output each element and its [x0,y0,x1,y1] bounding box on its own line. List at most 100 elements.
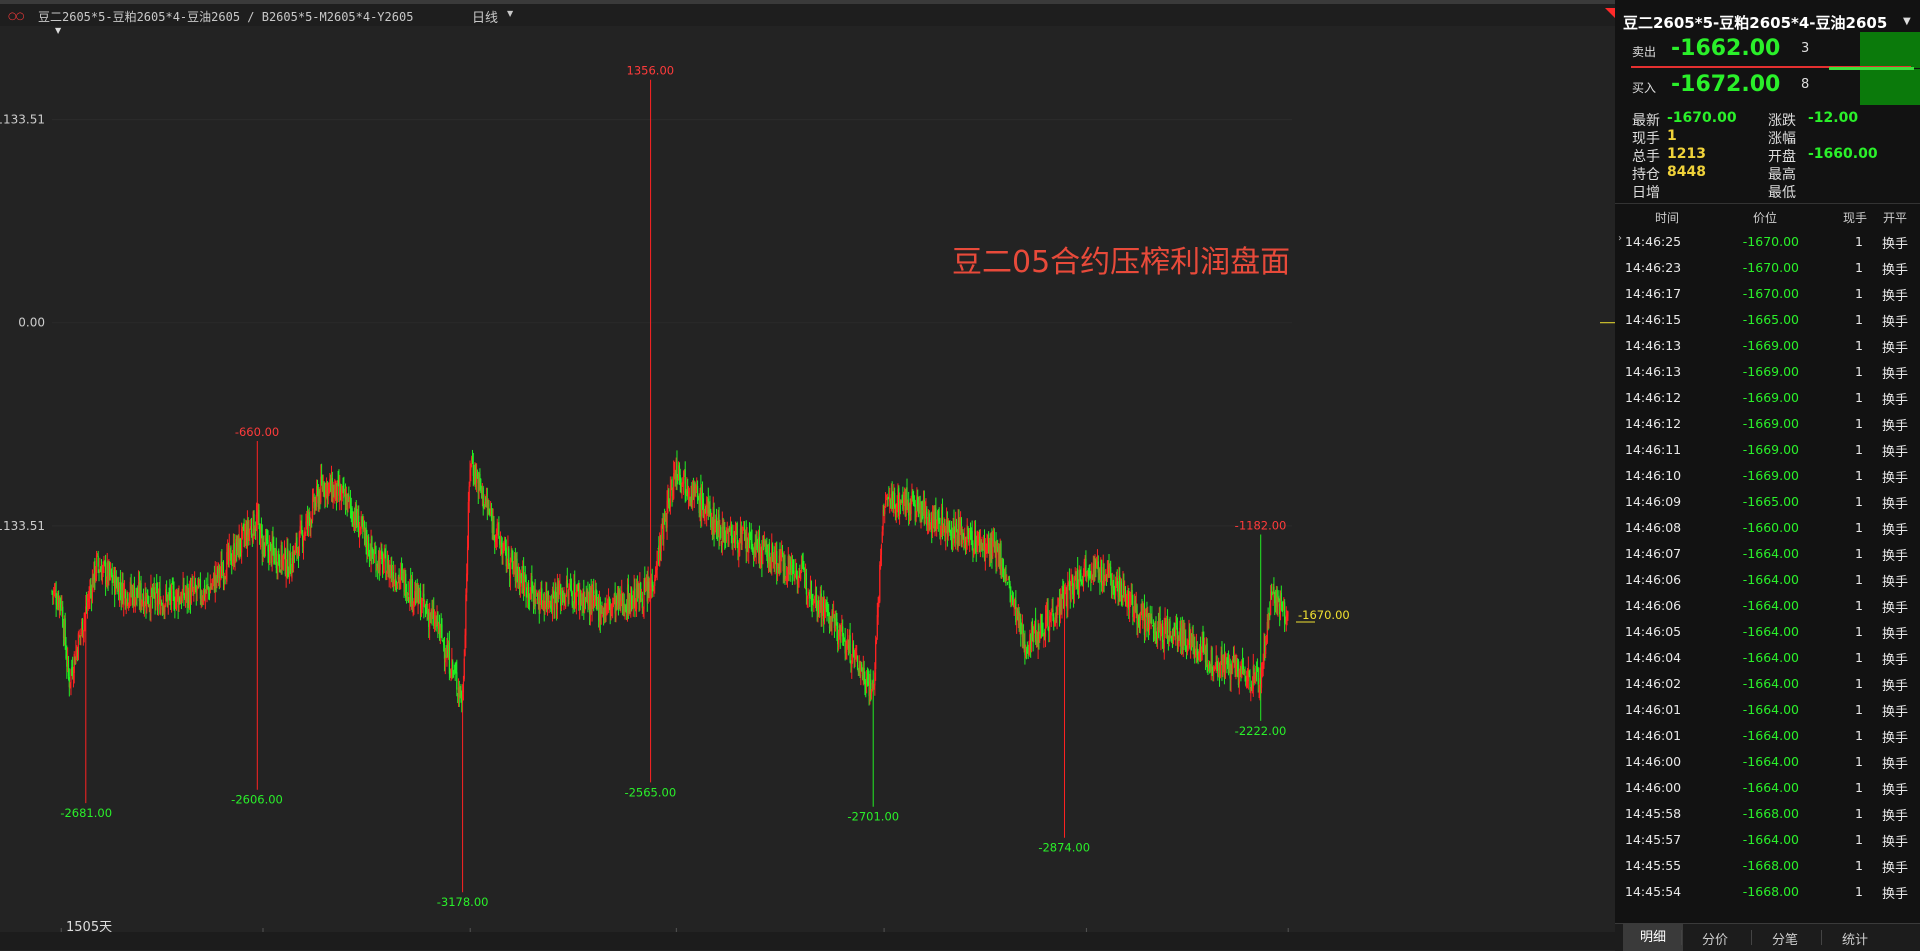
ask-price[interactable]: -1662.00 [1671,36,1780,61]
change-value: -12.00 [1808,110,1859,126]
tick-row[interactable]: 14:45:55 -1668.00 1 换手 [1615,852,1920,878]
low-annotation: -2681.00 [60,806,112,820]
tick-vol: 1 [1855,312,1863,327]
tick-row[interactable]: 14:46:13 -1669.00 1 换手 [1615,358,1920,384]
tick-row[interactable]: 14:46:15 -1665.00 1 换手 [1615,306,1920,332]
tick-row[interactable]: 14:46:00 -1664.00 1 换手 [1615,748,1920,774]
candle-body [875,639,877,670]
bid-price[interactable]: -1672.00 [1671,72,1780,97]
tick-row[interactable]: 14:45:54 -1668.00 1 换手 [1615,878,1920,904]
candle-body [886,493,888,497]
th-price: 价位 [1753,211,1778,225]
tab-ticks[interactable]: 分笔 [1755,929,1815,948]
tick-row[interactable]: 14:46:08 -1660.00 1 换手 [1615,514,1920,540]
tick-time: 14:46:01 [1625,702,1682,717]
tick-price: -1664.00 [1742,650,1799,665]
tick-type: 换手 [1882,263,1909,278]
tick-vol: 1 [1855,416,1863,431]
tick-price: -1670.00 [1742,260,1799,275]
low-annotation: -3178.00 [437,895,489,909]
candle-body [856,655,859,670]
tick-price: -1664.00 [1742,598,1799,613]
candle-body [720,527,722,538]
tick-type: 换手 [1882,627,1909,642]
tick-row[interactable]: 14:46:02 -1664.00 1 换手 [1615,670,1920,696]
tick-row[interactable]: 14:46:00 -1664.00 1 换手 [1615,774,1920,800]
total-vol-value: 1213 [1667,146,1706,162]
low-label: 最低 [1768,185,1796,201]
tick-type: 换手 [1882,653,1909,668]
tick-vol: 1 [1855,806,1863,821]
panel-tabs: 明细 分价 分笔 统计 [1615,923,1920,951]
tick-vol: 1 [1855,546,1863,561]
candle-body [880,545,883,556]
tick-price: -1668.00 [1742,806,1799,821]
bid-volume: 8 [1801,77,1810,92]
candle-body [1063,591,1066,611]
tab-separator [1751,930,1752,945]
tick-row[interactable]: 14:46:01 -1664.00 1 换手 [1615,696,1920,722]
tick-row[interactable]: 14:46:01 -1664.00 1 换手 [1615,722,1920,748]
tick-row[interactable]: 14:45:58 -1668.00 1 换手 [1615,800,1920,826]
tab-stats[interactable]: 统计 [1825,929,1885,948]
candle-body [97,555,99,567]
tick-type: 换手 [1882,835,1909,850]
candle-body [805,573,808,595]
tick-row[interactable]: 14:46:09 -1665.00 1 换手 [1615,488,1920,514]
candle-body [875,639,878,643]
stat-row-total: 总手 1213 开盘 -1660.00 [1615,146,1920,165]
candle-body [566,579,568,588]
candle-body [1120,581,1122,597]
candle-body [856,653,858,655]
period-select[interactable]: 日线 [472,7,498,26]
tick-type: 换手 [1882,549,1909,564]
tick-row[interactable]: 14:46:23 -1670.00 1 换手 [1615,254,1920,280]
stat-row-oi: 持仓 8448 最高 [1615,164,1920,183]
candle-body [915,516,917,522]
y-tick-label: 0.00 [18,316,45,330]
chevron-down-icon[interactable]: ▼ [1903,16,1911,27]
tick-row[interactable]: › 14:46:25 -1670.00 1 换手 [1615,228,1920,254]
tick-row[interactable]: 14:46:06 -1664.00 1 换手 [1615,566,1920,592]
total-vol-label: 总手 [1632,149,1660,165]
tick-row[interactable]: 14:46:04 -1664.00 1 换手 [1615,644,1920,670]
tick-row[interactable]: 14:46:07 -1664.00 1 换手 [1615,540,1920,566]
tick-row[interactable]: 14:46:05 -1664.00 1 换手 [1615,618,1920,644]
tick-row[interactable]: 14:46:10 -1669.00 1 换手 [1615,462,1920,488]
candle-body [681,487,683,489]
tick-vol: 1 [1855,728,1863,743]
panel-header: 豆二2605*5-豆粕2605*4-豆油2605 ▼ [1615,6,1920,34]
candle-body [849,635,851,663]
tick-row[interactable]: 14:46:13 -1669.00 1 换手 [1615,332,1920,358]
tick-price: -1664.00 [1742,624,1799,639]
tick-row[interactable]: 14:46:12 -1669.00 1 换手 [1615,410,1920,436]
chevron-down-icon[interactable]: ▼ [507,9,513,18]
tick-type: 换手 [1882,861,1909,876]
link-icon[interactable]: ○○ [8,11,24,22]
tick-price: -1669.00 [1742,416,1799,431]
tick-time: 14:46:06 [1625,598,1682,613]
tick-type: 换手 [1882,471,1909,486]
tab-price[interactable]: 分价 [1685,929,1745,948]
candle-body [452,661,454,669]
tab-detail[interactable]: 明细 [1623,924,1683,951]
corner-marker-icon [1605,8,1615,18]
candle-body [842,634,845,638]
price-chart[interactable]: 1133.510.00-1133.512019/06/062020/06/122… [0,26,1615,950]
candle-body [308,512,310,519]
tick-row[interactable]: 14:46:17 -1670.00 1 换手 [1615,280,1920,306]
chart-menu-icon: ▼ [55,26,62,35]
ask-volume: 3 [1801,41,1810,56]
tick-vol: 1 [1855,754,1863,769]
tick-price: -1669.00 [1742,338,1799,353]
tick-row[interactable]: 14:46:11 -1669.00 1 换手 [1615,436,1920,462]
candle-body [1244,670,1246,674]
tick-row[interactable]: 14:46:06 -1664.00 1 换手 [1615,592,1920,618]
candle-body [600,612,602,625]
tick-type: 换手 [1882,237,1909,252]
tick-time: 14:46:13 [1625,338,1682,353]
tick-row[interactable]: 14:46:12 -1669.00 1 换手 [1615,384,1920,410]
panel-symbol[interactable]: 豆二2605*5-豆粕2605*4-豆油2605 [1623,12,1887,33]
tick-row[interactable]: 14:45:57 -1664.00 1 换手 [1615,826,1920,852]
tick-time: 14:46:23 [1625,260,1682,275]
